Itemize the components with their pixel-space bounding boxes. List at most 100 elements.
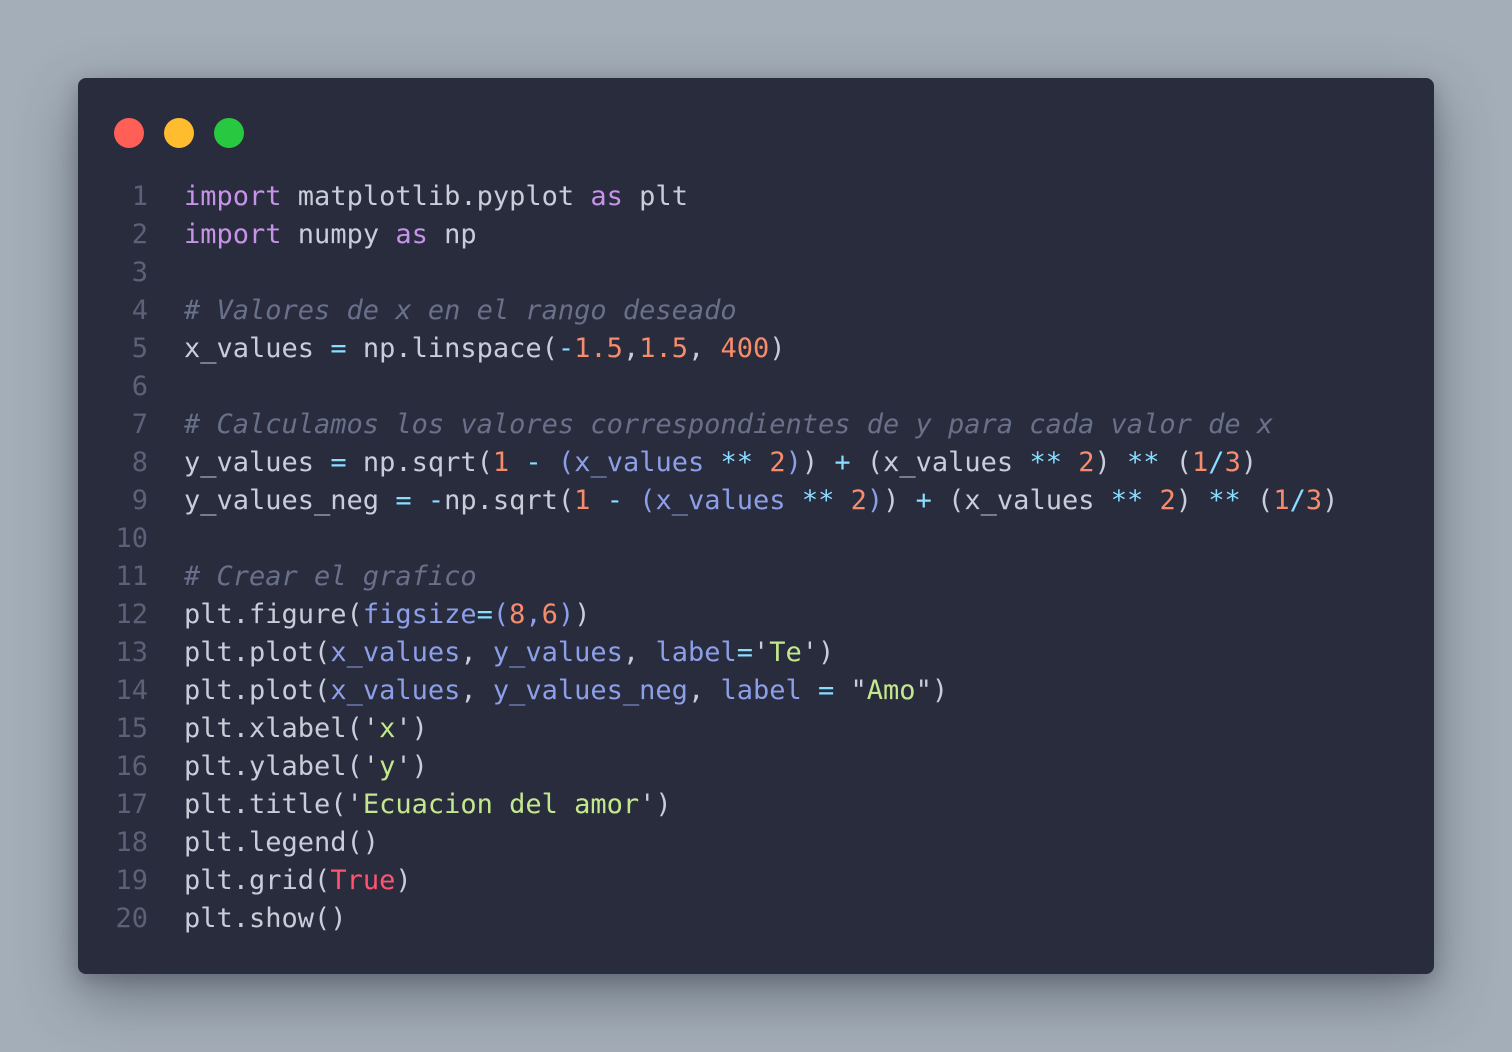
code-token: ) bbox=[785, 447, 802, 478]
code-token: - bbox=[606, 485, 623, 516]
code-token: y_values_neg bbox=[492, 675, 688, 706]
line-number: 19 bbox=[115, 865, 148, 896]
code-token: ( bbox=[492, 599, 510, 630]
code-token: , bbox=[622, 637, 656, 668]
code-token: plt.plot( bbox=[184, 675, 331, 706]
code-token: 1 bbox=[1192, 447, 1209, 478]
code-text: plt.grid(True) bbox=[184, 862, 412, 900]
code-token: Te bbox=[769, 637, 802, 668]
code-token: y_values bbox=[184, 447, 331, 478]
code-token: 6 bbox=[541, 599, 558, 630]
window-controls bbox=[114, 118, 244, 148]
code-token: plt.ylabel(' bbox=[184, 751, 380, 782]
code-token: ) bbox=[801, 447, 835, 478]
code-text: plt.plot(x_values, y_values_neg, label =… bbox=[184, 672, 948, 710]
code-token: plt.figure( bbox=[184, 599, 363, 630]
code-token: ** bbox=[720, 447, 754, 478]
code-text: plt.xlabel('x') bbox=[184, 710, 428, 748]
code-token: plt.legend() bbox=[184, 827, 380, 858]
code-line: 5 x_values = np.linspace(-1.5,1.5, 400) bbox=[78, 330, 1434, 368]
line-number: 12 bbox=[115, 599, 148, 630]
code-token: label bbox=[655, 637, 737, 668]
code-token: + bbox=[915, 485, 932, 516]
line-number: 3 bbox=[131, 257, 148, 288]
code-token: 8 bbox=[509, 599, 526, 630]
code-token: 2 bbox=[850, 485, 867, 516]
code-token: ) bbox=[769, 333, 786, 364]
code-token: , bbox=[525, 599, 542, 630]
code-token: (x_values bbox=[557, 447, 705, 478]
code-token: numpy bbox=[281, 219, 396, 250]
line-number: 14 bbox=[115, 675, 148, 706]
code-text: # Valores de x en el rango deseado bbox=[184, 292, 737, 330]
code-text: plt.plot(x_values, y_values, label='Te') bbox=[184, 634, 834, 672]
code-token: 1 bbox=[574, 485, 591, 516]
code-token: as bbox=[395, 219, 428, 250]
code-text: plt.title('Ecuacion del amor') bbox=[184, 786, 672, 824]
code-text: plt.show() bbox=[184, 900, 347, 938]
code-line: 20 plt.show() bbox=[78, 900, 1434, 938]
code-line: 17 plt.title('Ecuacion del amor') bbox=[78, 786, 1434, 824]
code-token: y_values_neg bbox=[184, 485, 396, 516]
code-token: 1.5 bbox=[574, 333, 623, 364]
line-number: 20 bbox=[115, 903, 148, 934]
code-line: 2 import numpy as np bbox=[78, 216, 1434, 254]
code-token: (x_values bbox=[850, 447, 1030, 478]
code-token: # Crear el grafico bbox=[184, 561, 477, 592]
code-token: ( bbox=[1159, 447, 1193, 478]
code-text: # Calculamos los valores correspondiente… bbox=[184, 406, 1273, 444]
code-line: 7 # Calculamos los valores correspondient… bbox=[78, 406, 1434, 444]
code-token: = bbox=[330, 333, 347, 364]
code-token: ' bbox=[752, 637, 770, 668]
minimize-button[interactable] bbox=[164, 118, 194, 148]
line-number: 10 bbox=[115, 523, 148, 554]
code-token: 3 bbox=[1305, 485, 1323, 516]
code-text: y_values = np.sqrt(1 - (x_values ** 2)) … bbox=[184, 444, 1257, 482]
code-token: x_values bbox=[330, 675, 461, 706]
code-line: 10 bbox=[78, 520, 1434, 558]
code-token: Ecuacion del amor bbox=[362, 789, 640, 820]
code-line: 13 plt.plot(x_values, y_values, label='Te… bbox=[78, 634, 1434, 672]
code-token: x bbox=[379, 713, 396, 744]
code-text: plt.figure(figsize=(8,6)) bbox=[184, 596, 590, 634]
code-token: # Valores de x en el rango deseado bbox=[184, 295, 737, 326]
code-token: ) bbox=[1322, 485, 1339, 516]
code-token: ) bbox=[866, 485, 884, 516]
code-token: 1.5 bbox=[639, 333, 688, 364]
line-number: 6 bbox=[131, 371, 148, 402]
code-text: # Crear el grafico bbox=[184, 558, 477, 596]
code-window: 1 import matplotlib.pyplot as plt 2 import … bbox=[78, 78, 1434, 974]
code-token: = bbox=[736, 637, 753, 668]
code-token: / bbox=[1208, 447, 1225, 478]
code-text: plt.legend() bbox=[184, 824, 379, 862]
code-token: - bbox=[525, 447, 542, 478]
code-token: import bbox=[184, 181, 282, 212]
code-token: = bbox=[476, 599, 493, 630]
code-token: , bbox=[688, 333, 721, 364]
code-token: ) bbox=[557, 599, 575, 630]
code-token: y bbox=[379, 751, 396, 782]
code-token: ') bbox=[395, 713, 428, 744]
code-token: 2 bbox=[1159, 485, 1176, 516]
code-token: ** bbox=[1127, 447, 1160, 478]
code-token: 3 bbox=[1224, 447, 1241, 478]
code-line: 11 # Crear el grafico bbox=[78, 558, 1434, 596]
code-line: 1 import matplotlib.pyplot as plt bbox=[78, 178, 1434, 216]
code-token: = bbox=[395, 485, 412, 516]
code-token: as bbox=[590, 181, 623, 212]
code-token: 1 bbox=[1273, 485, 1290, 516]
code-text: import matplotlib.pyplot as plt bbox=[184, 178, 688, 216]
code-token: , bbox=[460, 637, 493, 668]
code-token: , bbox=[460, 675, 493, 706]
line-number: 4 bbox=[131, 295, 148, 326]
code-text: y_values_neg = -np.sqrt(1 - (x_values **… bbox=[184, 482, 1338, 520]
close-button[interactable] bbox=[114, 118, 144, 148]
maximize-button[interactable] bbox=[214, 118, 244, 148]
code-line: 16 plt.ylabel('y') bbox=[78, 748, 1434, 786]
